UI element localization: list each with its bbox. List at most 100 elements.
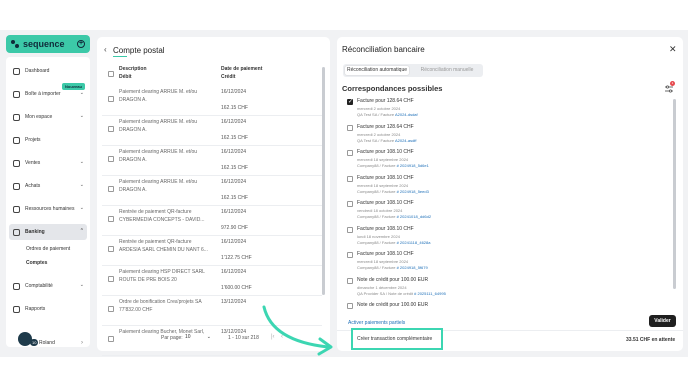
- user-name: Roland: [39, 340, 55, 346]
- match-checkbox[interactable]: [347, 124, 353, 131]
- sidebar-item-label: Mon espace: [25, 114, 53, 120]
- row-description: Rentrée de paiement QR-facture CYBERMEDI…: [119, 209, 205, 223]
- sidebar-item-dashboard[interactable]: Dashboard: [9, 63, 87, 79]
- match-checkbox[interactable]: [347, 98, 353, 105]
- row-amount: 162.15 CHF: [221, 135, 248, 141]
- match-checkbox[interactable]: [347, 201, 353, 207]
- row-checkbox[interactable]: [108, 216, 114, 222]
- sidebar-item-reports[interactable]: Rapports: [9, 301, 87, 317]
- invoice-link[interactable]: # 20241018_dd6d2: [397, 214, 431, 219]
- column-header-debit: Débit: [119, 74, 132, 80]
- row-description: Paiement clearing HSP DIRECT SARL ROUTE …: [119, 269, 205, 283]
- back-arrow-icon[interactable]: ‹: [104, 45, 107, 54]
- match-reference-prefix: Company88 / Facture: [357, 163, 397, 168]
- invoice-link[interactable]: # 2024918_5eed3: [397, 189, 429, 194]
- match-checkbox[interactable]: [347, 150, 353, 156]
- row-amount: 972.90 CHF: [221, 225, 248, 231]
- row-checkbox[interactable]: [108, 96, 114, 102]
- match-date: mercredi 2 octobre 2024: [357, 131, 401, 137]
- row-amount: 162.15 CHF: [221, 165, 248, 171]
- per-page-select[interactable]: 10 ⌄: [185, 334, 213, 342]
- match-reference-prefix: Company88 / Facture: [357, 265, 397, 270]
- section-title: Correspondances possibles: [342, 84, 443, 93]
- match-reference: QA Provider SA / Note de crédit # 202511…: [357, 291, 446, 296]
- row-description: Paiement clearing ARRUE M. et/ou DRAGON …: [119, 119, 198, 133]
- create-transaction-button[interactable]: Créer transaction complémentaire: [357, 336, 432, 342]
- chevron-down-icon: ⌄: [79, 182, 84, 188]
- sidebar-item-projects[interactable]: Projets: [9, 132, 87, 148]
- match-reference: Company88 / Facture # 2024918_5eed3: [357, 189, 429, 194]
- match-date: lundi 18 novembre 2024: [357, 233, 400, 239]
- chevron-down-icon: ⌄: [79, 113, 84, 119]
- invoice-link[interactable]: # 2025111_64995: [414, 291, 446, 296]
- user-menu[interactable]: Roland ›: [9, 337, 87, 349]
- match-title: Facture pour 108.10 CHF: [357, 149, 414, 155]
- scrollbar[interactable]: [322, 67, 325, 295]
- sidebar-item-my-space[interactable]: Mon espace ⌄: [9, 109, 87, 125]
- row-amount: 162.15 CHF: [221, 105, 248, 111]
- match-checkbox[interactable]: [347, 252, 353, 258]
- select-all-checkbox[interactable]: [108, 71, 114, 77]
- filter-icon[interactable]: [665, 85, 673, 93]
- row-date: 16/12/2024: [221, 209, 247, 215]
- invoice-link[interactable]: A2024-asdff: [395, 138, 417, 143]
- match-checkbox[interactable]: [347, 303, 353, 309]
- row-checkbox[interactable]: [108, 156, 114, 162]
- row-checkbox[interactable]: [108, 126, 114, 132]
- sidebar-item-hr[interactable]: Ressources humaines ⌄: [9, 201, 87, 217]
- chevron-down-icon: ⌄: [206, 334, 211, 340]
- match-reference: Company88 / Facture # 20241018_dd6d2: [357, 214, 431, 219]
- tab-automatic[interactable]: Réconciliation automatique: [345, 66, 409, 75]
- chevron-down-icon: ⌄: [79, 282, 84, 288]
- people-icon: [13, 205, 20, 213]
- close-icon[interactable]: ✕: [669, 44, 677, 55]
- sidebar-item-label: Projets: [25, 137, 41, 143]
- row-checkbox[interactable]: [108, 276, 114, 282]
- invoice-link[interactable]: # 20241118_4628a: [397, 240, 431, 245]
- invoice-link[interactable]: A2024-dsdaf: [395, 112, 418, 117]
- row-divider: [102, 265, 322, 266]
- row-checkbox[interactable]: [108, 186, 114, 192]
- row-checkbox[interactable]: [108, 306, 114, 312]
- activate-partial-payments-link[interactable]: Activer paiements partiels: [348, 320, 405, 326]
- match-date: mercredi 18 septembre 2024: [357, 157, 409, 162]
- match-title: Note de crédit pour 100.00 EUR: [357, 276, 429, 283]
- add-icon[interactable]: +: [77, 40, 85, 48]
- validate-button[interactable]: Valider: [649, 315, 676, 327]
- row-date: 16/12/2024: [221, 119, 247, 125]
- match-title: Facture pour 108.10 CHF: [357, 174, 414, 181]
- row-date: 16/12/2024: [221, 269, 247, 275]
- row-date: 13/12/2024: [221, 299, 247, 305]
- row-description: Paiement clearing ARRUE M. et/ou DRAGON …: [119, 149, 198, 163]
- sidebar-item-banking[interactable]: Banking ⌃: [9, 224, 87, 240]
- chevron-down-icon: ⌄: [79, 90, 84, 96]
- sidebar-subitem-accounts[interactable]: Comptes: [26, 260, 47, 266]
- tab-manual[interactable]: Réconciliation manuelle: [415, 66, 479, 75]
- bag-icon: [13, 182, 20, 190]
- row-divider: [102, 295, 322, 296]
- sidebar-subitem-payment-orders[interactable]: Ordres de paiement: [26, 246, 70, 252]
- match-checkbox[interactable]: [347, 226, 353, 233]
- row-description: Paiement clearing ARRUE M. et/ou DRAGON …: [119, 179, 198, 193]
- logo[interactable]: sequence +: [6, 35, 90, 53]
- match-checkbox[interactable]: [347, 175, 353, 182]
- sidebar-item-label: Ressources humaines: [25, 206, 75, 212]
- page-title: Compte postal: [113, 46, 165, 55]
- title-underline: [113, 56, 127, 57]
- invoice-link[interactable]: # 2024918_5d6e1: [397, 163, 429, 168]
- scrollbar[interactable]: [673, 99, 676, 289]
- match-title: Facture pour 128.64 CHF: [357, 98, 414, 104]
- row-date: 16/12/2024: [221, 179, 247, 185]
- sidebar-item-label: Dashboard: [25, 68, 50, 74]
- sidebar-item-sales[interactable]: Ventes ⌄: [9, 155, 87, 171]
- sidebar-item-accounting[interactable]: Comptabilité ⌄: [9, 278, 87, 294]
- invoice-link[interactable]: # 2024918_5f679: [397, 265, 428, 270]
- match-reference: QA Test SA / Facture A2024-dsdaf: [357, 112, 418, 117]
- row-checkbox[interactable]: [108, 246, 114, 252]
- match-reference: Company88 / Facture # 20241118_4628a: [357, 240, 430, 245]
- row-checkbox[interactable]: [108, 336, 114, 342]
- match-checkbox[interactable]: [347, 277, 353, 284]
- logo-mark-icon: [11, 40, 19, 48]
- sidebar-item-purchases[interactable]: Achats ⌄: [9, 178, 87, 194]
- match-date: mercredi 2 octobre 2024: [357, 106, 401, 111]
